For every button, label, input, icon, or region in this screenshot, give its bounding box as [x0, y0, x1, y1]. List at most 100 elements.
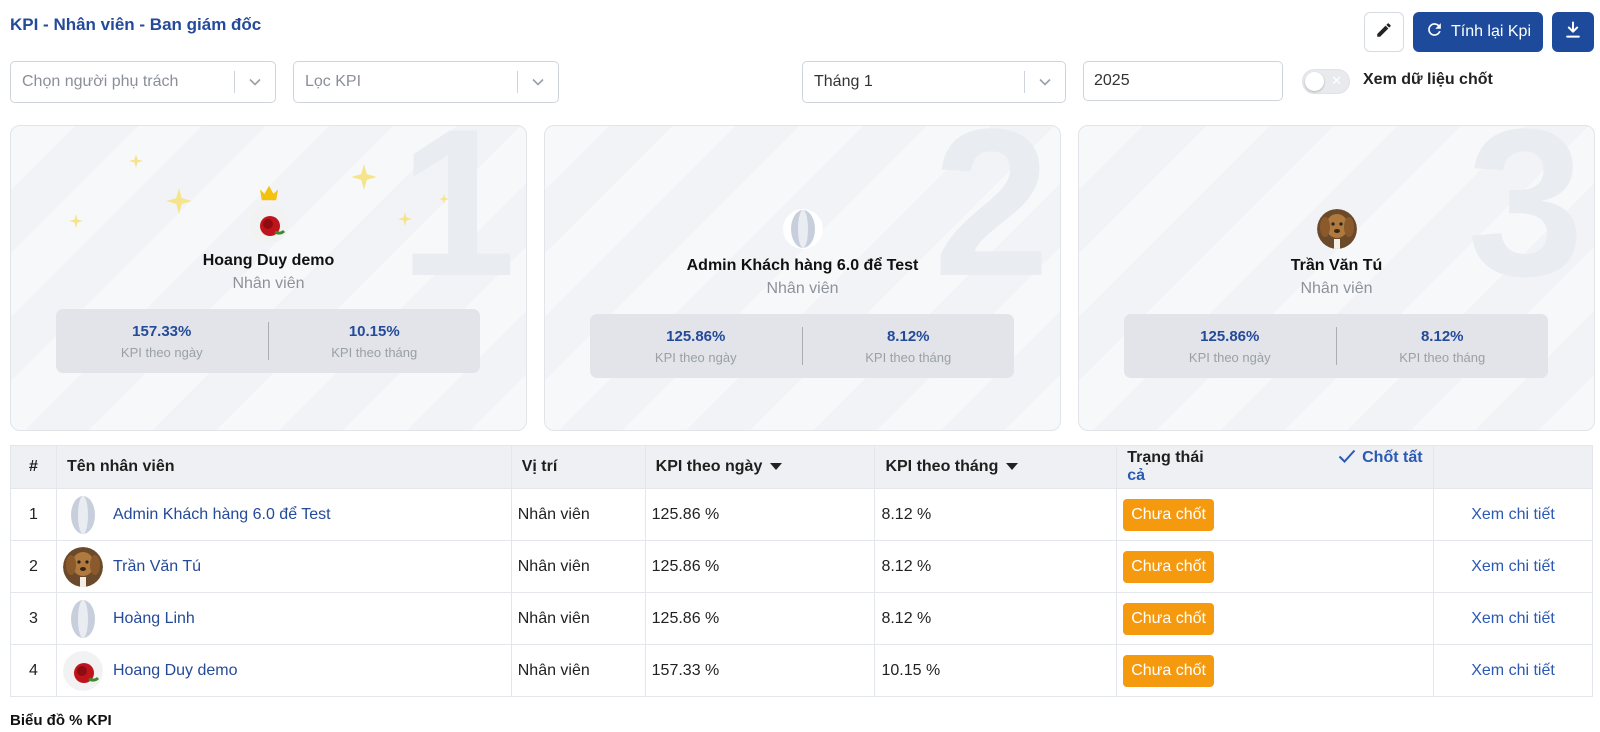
- year-input[interactable]: [1083, 61, 1283, 101]
- check-icon: [1338, 449, 1356, 463]
- podium-role: Nhân viên: [232, 275, 305, 292]
- pencil-icon: [1375, 21, 1393, 44]
- row-action: Xem chi tiết: [1433, 592, 1593, 645]
- status-badge[interactable]: Chưa chốt: [1123, 550, 1214, 583]
- status-badge[interactable]: Chưa chốt: [1123, 654, 1214, 687]
- row-kpi-month: 8.12 %: [874, 540, 1117, 593]
- recalc-kpi-label: Tính lại Kpi: [1450, 23, 1532, 40]
- crown-icon: [260, 185, 278, 201]
- status-badge[interactable]: Chưa chốt: [1123, 498, 1214, 531]
- status-badge[interactable]: Chưa chốt: [1123, 602, 1214, 635]
- table-row: 1 Admin Khách hàng 6.0 để Test Nhân viên…: [10, 488, 1593, 541]
- row-position: Nhân viên: [510, 644, 646, 697]
- col-status: Trạng thái Chốt tất cả: [1116, 445, 1434, 489]
- avatar: [62, 494, 103, 535]
- kpi-day-stat: 125.86% KPI theo ngày: [590, 314, 802, 378]
- podium-stats: 125.86% KPI theo ngày 8.12% KPI theo thá…: [590, 314, 1014, 378]
- row-kpi-day: 125.86 %: [644, 540, 875, 593]
- row-kpi-month: 10.15 %: [874, 644, 1117, 697]
- row-position: Nhân viên: [510, 592, 646, 645]
- sparkle-icon: [69, 214, 83, 228]
- podium-name: Trần Văn Tú: [1290, 257, 1383, 274]
- kpi-month-label: KPI theo tháng: [331, 344, 418, 360]
- row-action: Xem chi tiết: [1433, 540, 1593, 593]
- chevron-down-icon: [235, 75, 275, 89]
- avatar: [62, 650, 103, 691]
- sort-desc-icon: [1006, 463, 1019, 471]
- row-employee: Hoàng Linh: [55, 592, 512, 645]
- row-index: 2: [10, 540, 57, 593]
- recalc-kpi-button[interactable]: Tính lại Kpi: [1413, 12, 1543, 52]
- chevron-down-icon: [1025, 75, 1065, 89]
- col-index: #: [10, 445, 57, 489]
- row-kpi-month: 8.12 %: [874, 488, 1117, 541]
- employee-name-link[interactable]: Hoàng Linh: [113, 610, 195, 628]
- row-index: 1: [10, 488, 57, 541]
- kpi-day-value: 125.86%: [666, 327, 726, 345]
- view-detail-link[interactable]: Xem chi tiết: [1440, 506, 1586, 524]
- view-detail-link[interactable]: Xem chi tiết: [1440, 610, 1586, 628]
- row-index: 4: [10, 644, 57, 697]
- page-title: KPI - Nhân viên - Ban giám đốc: [10, 15, 262, 34]
- table-header-row: # Tên nhân viên Vị trí KPI theo ngày KPI…: [10, 445, 1593, 489]
- row-action: Xem chi tiết: [1433, 488, 1593, 541]
- kpi-month-stat: 8.12% KPI theo tháng: [803, 314, 1015, 378]
- row-kpi-day: 125.86 %: [644, 488, 875, 541]
- download-button[interactable]: [1552, 12, 1594, 52]
- podium-card-1: 1 Hoang Duy demo Nhân viên 157.33% KPI t…: [10, 125, 527, 431]
- kpi-table: # Tên nhân viên Vị trí KPI theo ngày KPI…: [10, 445, 1593, 697]
- kpi-filter-placeholder: Lọc KPI: [305, 73, 362, 90]
- kpi-month-label: KPI theo tháng: [865, 349, 952, 365]
- row-position: Nhân viên: [510, 488, 646, 541]
- row-action: Xem chi tiết: [1433, 644, 1593, 697]
- kpi-chart-section-title: Biểu đồ % KPI: [10, 712, 112, 729]
- table-row: 4 Hoang Duy demo Nhân viên 157.33 % 10.1…: [10, 644, 1593, 697]
- col-name: Tên nhân viên: [55, 445, 512, 489]
- table-row: 3 Hoàng Linh Nhân viên 125.86 % 8.12 % C…: [10, 592, 1593, 645]
- locked-data-toggle[interactable]: ✕: [1302, 69, 1350, 94]
- row-status: Chưa chốt: [1116, 488, 1434, 541]
- col-kpi-month[interactable]: KPI theo tháng: [874, 445, 1117, 489]
- sparkle-icon: [439, 194, 449, 204]
- col-actions: [1433, 445, 1593, 489]
- table-row: 2 Trần Văn Tú Nhân viên 125.86 % 8.12 % …: [10, 540, 1593, 593]
- podium-role: Nhân viên: [1300, 280, 1373, 297]
- col-kpi-day-label: KPI theo ngày: [655, 458, 763, 475]
- view-detail-link[interactable]: Xem chi tiết: [1440, 662, 1586, 680]
- row-employee: Admin Khách hàng 6.0 để Test: [55, 488, 512, 541]
- avatar: [1316, 209, 1357, 249]
- edit-button[interactable]: [1364, 12, 1404, 52]
- col-position: Vị trí: [510, 445, 646, 489]
- podium-name: Hoang Duy demo: [202, 252, 335, 269]
- row-kpi-month: 8.12 %: [874, 592, 1117, 645]
- employee-name-link[interactable]: Admin Khách hàng 6.0 để Test: [113, 506, 331, 524]
- row-employee: Hoang Duy demo: [55, 644, 512, 697]
- month-select-value: Tháng 1: [814, 73, 873, 90]
- kpi-day-value: 125.86%: [1200, 327, 1260, 345]
- row-status: Chưa chốt: [1116, 540, 1434, 593]
- podium-card-3: 3 Trần Văn Tú Nhân viên 125.86% KPI theo…: [1078, 125, 1595, 431]
- kpi-day-stat: 157.33% KPI theo ngày: [56, 309, 268, 373]
- person-select-placeholder: Chọn người phụ trách: [22, 73, 179, 90]
- sparkle-icon: [166, 188, 192, 214]
- podium-stats: 125.86% KPI theo ngày 8.12% KPI theo thá…: [1124, 314, 1548, 378]
- employee-name-link[interactable]: Trần Văn Tú: [113, 558, 201, 576]
- kpi-day-value: 157.33%: [132, 322, 192, 340]
- kpi-filter-select[interactable]: Lọc KPI: [293, 61, 559, 103]
- row-status: Chưa chốt: [1116, 644, 1434, 697]
- employee-name-link[interactable]: Hoang Duy demo: [113, 662, 238, 680]
- row-kpi-day: 157.33 %: [644, 644, 875, 697]
- download-icon: [1563, 20, 1583, 45]
- avatar: [62, 598, 103, 639]
- toggle-x-icon: ✕: [1331, 73, 1342, 88]
- kpi-month-stat: 10.15% KPI theo tháng: [269, 309, 481, 373]
- person-select[interactable]: Chọn người phụ trách: [10, 61, 276, 103]
- col-kpi-day[interactable]: KPI theo ngày: [644, 445, 875, 489]
- locked-data-toggle-label: Xem dữ liệu chốt: [1363, 71, 1493, 88]
- kpi-day-label: KPI theo ngày: [120, 344, 203, 360]
- month-select[interactable]: Tháng 1: [802, 61, 1066, 103]
- view-detail-link[interactable]: Xem chi tiết: [1440, 558, 1586, 576]
- podium-role: Nhân viên: [766, 280, 839, 297]
- row-status: Chưa chốt: [1116, 592, 1434, 645]
- sparkle-icon: [398, 212, 412, 226]
